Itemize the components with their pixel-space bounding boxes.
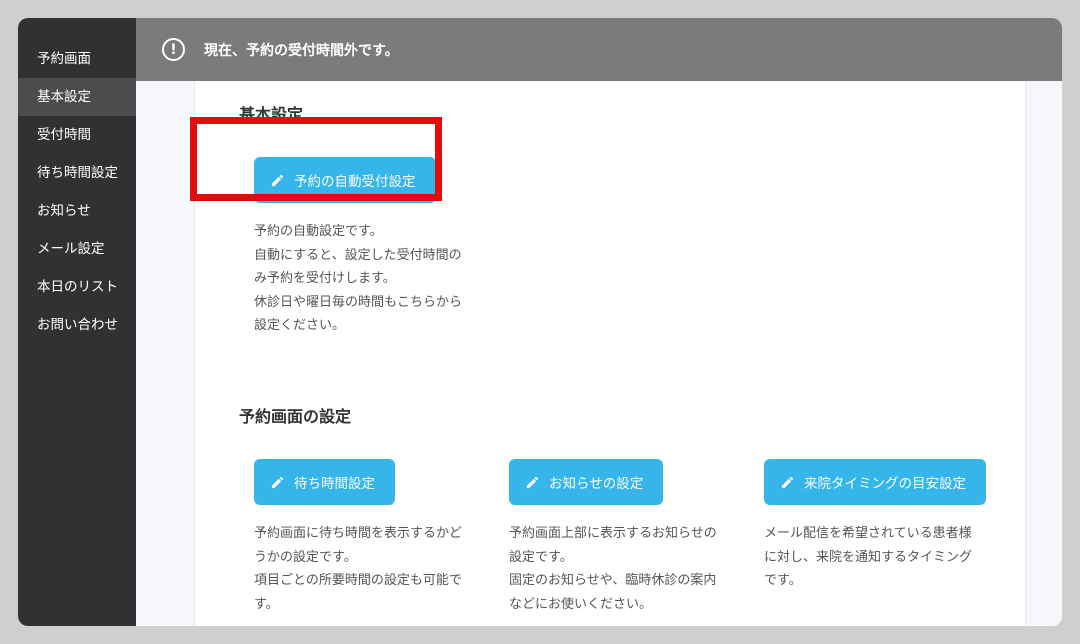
sidebar-item-wait-time-settings[interactable]: 待ち時間設定 bbox=[18, 154, 136, 192]
sidebar-item-today-list[interactable]: 本日のリスト bbox=[18, 268, 136, 306]
exclamation-circle-icon: ! bbox=[162, 38, 185, 61]
pencil-icon bbox=[526, 476, 539, 488]
wait-time-description: 予約画面に待ち時間を表示するかど うかの設定です。 項目ごとの所要時間の設定も可… bbox=[254, 526, 463, 612]
reservation-screen-settings-title: 予約画面の設定 bbox=[239, 407, 352, 426]
sidebar-item-contact[interactable]: お問い合わせ bbox=[18, 306, 136, 344]
visit-timing-description: メール配信を希望されている患者様 に対し、来院を通知するタイミング です。 bbox=[764, 526, 973, 588]
notice-settings-button[interactable]: お知らせの設定 bbox=[509, 459, 664, 505]
app-frame: 予約画面 基本設定 受付時間 待ち時間設定 お知らせ メール設定 本日のリスト … bbox=[18, 18, 1062, 626]
visit-timing-settings-label: 来院タイミングの目安設定 bbox=[804, 476, 966, 492]
notice-description: 予約画面上部に表示するお知らせの 設定です。 固定のお知らせや、臨時休診の案内 … bbox=[509, 526, 717, 612]
visit-timing-settings-button[interactable]: 来院タイミングの目安設定 bbox=[764, 459, 986, 505]
wait-time-settings-button[interactable]: 待ち時間設定 bbox=[254, 459, 395, 505]
highlight-box bbox=[190, 117, 442, 201]
sidebar-item-reception-hours[interactable]: 受付時間 bbox=[18, 116, 136, 154]
alert-text: 現在、予約の受付時間外です。 bbox=[204, 42, 399, 59]
sidebar-item-mail-settings[interactable]: メール設定 bbox=[18, 230, 136, 268]
alert-bar: ! 現在、予約の受付時間外です。 bbox=[136, 18, 1062, 81]
sidebar-item-notices[interactable]: お知らせ bbox=[18, 192, 136, 230]
pencil-icon bbox=[781, 476, 794, 488]
sidebar-item-reservation-screen[interactable]: 予約画面 bbox=[18, 40, 136, 78]
pencil-icon bbox=[271, 476, 284, 488]
notice-settings-label: お知らせの設定 bbox=[549, 476, 644, 492]
sidebar: 予約画面 基本設定 受付時間 待ち時間設定 お知らせ メール設定 本日のリスト … bbox=[18, 18, 136, 626]
wait-time-settings-label: 待ち時間設定 bbox=[294, 476, 375, 492]
auto-reception-description: 予約の自動設定です。 自動にすると、設定した受付時間の み予約を受付けします。 … bbox=[254, 224, 463, 333]
sidebar-item-basic-settings[interactable]: 基本設定 bbox=[18, 78, 136, 116]
